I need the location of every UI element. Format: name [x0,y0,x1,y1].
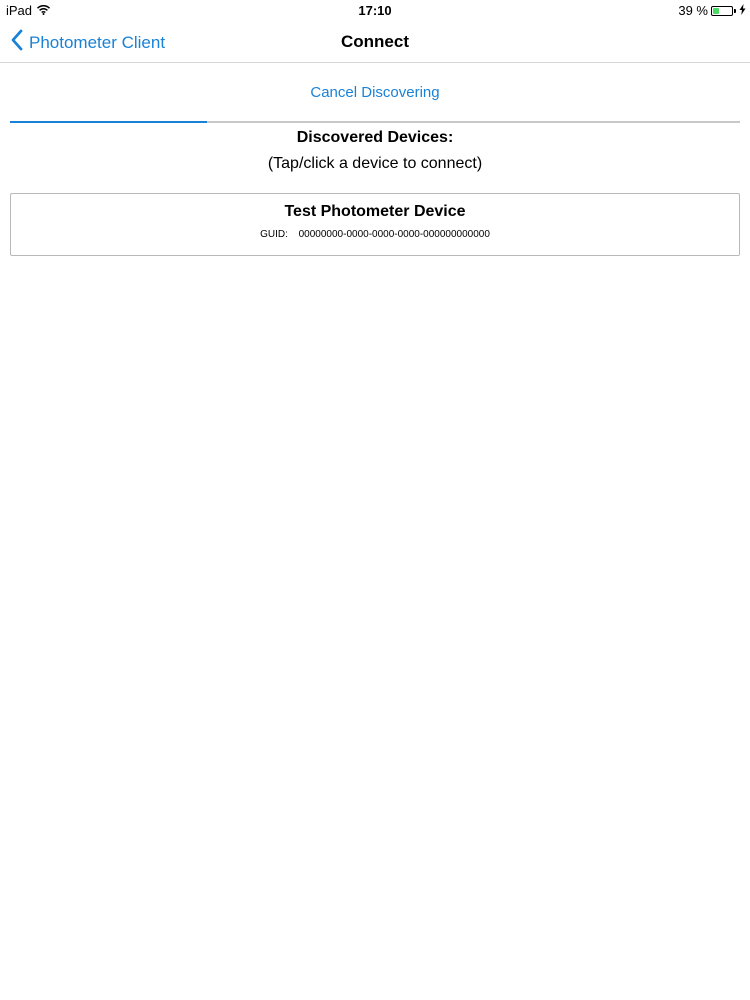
device-name: Test Photometer Device [284,203,466,220]
charging-bolt-icon [739,3,746,18]
discovered-devices-heading: Discovered Devices: [296,129,454,146]
device-list-item[interactable]: Test Photometer Device GUID: 00000000-00… [10,193,740,256]
discovery-progress-bar [10,121,740,123]
battery-level-fill [713,7,719,14]
cancel-discovering-button[interactable]: Cancel Discovering [0,84,750,101]
status-time: 17:10 [358,3,392,18]
device-guid-value: 00000000-0000-0000-0000-000000000000 [298,229,490,240]
navigation-bar: Photometer Client Connect [0,22,750,63]
device-guid-row: GUID: 00000000-0000-0000-0000-0000000000… [11,229,739,240]
discovered-devices-hint: (Tap/click a device to connect) [267,155,483,172]
battery-percent: 39 % [678,3,708,18]
device-guid-label: GUID: [260,229,288,240]
status-bar: iPad 17:10 39 % [0,0,750,22]
discovery-progress-fill [10,121,208,123]
battery-icon [711,5,733,16]
page-title: Connect [341,32,409,51]
status-right: 39 % [678,3,746,18]
battery-cap [734,8,736,13]
